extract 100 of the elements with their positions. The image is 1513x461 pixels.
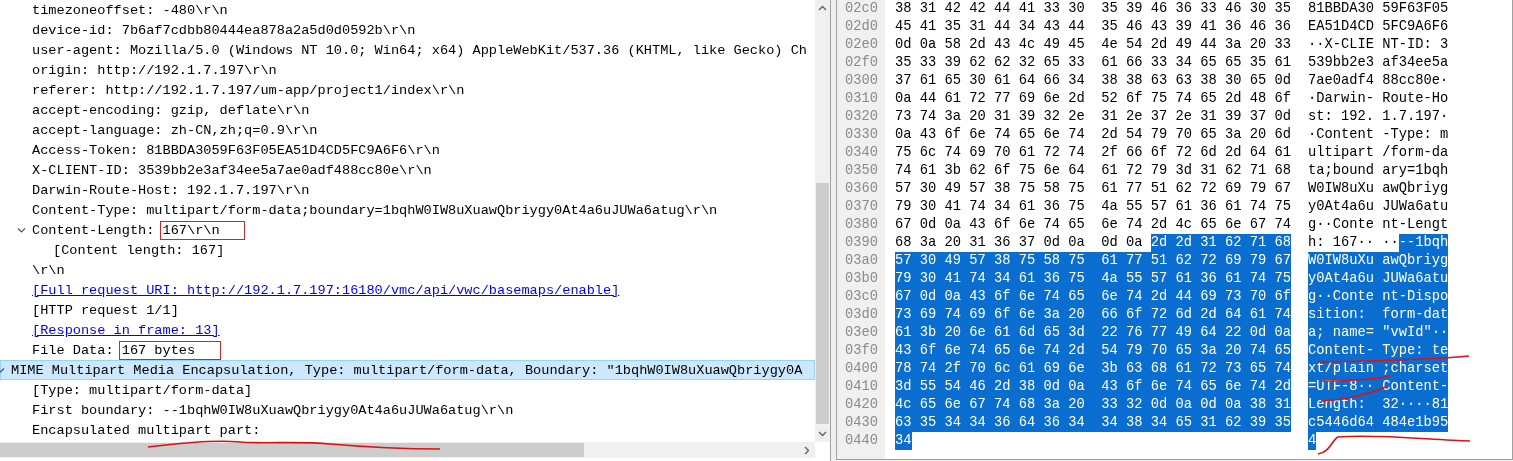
offset-label: 03e0 — [844, 324, 878, 342]
tree-text: device-id: 7b6af7cdbb80444ea878a2a5d0d0592b\r\n — [32, 22, 416, 38]
ascii-text[interactable]: ··X-CLIE NT-ID: 3 — [1308, 36, 1449, 54]
selected-hex-bytes[interactable]: 3d 55 54 46 2d 38 0d 0a 43 6f 6e 74 65 6e 74 2d — [895, 378, 1292, 396]
tree-link[interactable]: [Full request URI: http://192.1.7.197:16180/vmc/api/vwc/basemaps/enable] — [32, 282, 620, 298]
offset-label: 0390 — [844, 234, 878, 252]
hex-bytes[interactable]: 0a 43 6f 6e 74 65 6e 74 2d 54 79 70 65 3a 20 6d — [895, 126, 1292, 144]
tree-row[interactable]: First boundary: --1bqhW0IW8uXuawQbriygy0At4a6uJUWa6atug\r\n — [0, 400, 815, 420]
ascii-text[interactable]: g··Conte nt-Lengt — [1308, 216, 1449, 234]
offset-label: 03b0 — [844, 270, 878, 288]
selected-hex-bytes[interactable]: 78 74 2f 70 6c 61 69 6e 3b 63 68 61 72 73 65 74 — [895, 360, 1292, 378]
ascii-text[interactable]: 539bb2e3 af34ee5a — [1308, 54, 1449, 72]
vertical-scrollbar[interactable] — [815, 0, 830, 442]
offset-label: 0350 — [844, 162, 878, 180]
selected-ascii-text[interactable]: a; name= "vwId"·· — [1308, 324, 1449, 342]
selected-hex-bytes[interactable]: 4c 65 6e 67 74 68 3a 20 33 32 0d 0a 0d 0a 38 31 — [895, 396, 1292, 414]
selected-hex-bytes[interactable]: 79 30 41 74 34 61 36 75 4a 55 57 61 36 61 74 75 — [895, 270, 1292, 288]
selected-ascii-text[interactable]: xt/plain ;charset — [1308, 360, 1449, 378]
scroll-right-icon[interactable] — [802, 445, 811, 455]
tree-row[interactable]: File Data: 167 bytes — [0, 340, 815, 360]
ascii-text[interactable]: 81BBDA30 59F63F05 — [1308, 0, 1449, 18]
hex-bytes[interactable]: 0d 0a 58 2d 43 4c 49 45 4e 54 2d 49 44 3a 20 33 — [895, 36, 1292, 54]
hex-bytes[interactable]: 57 30 49 57 38 75 58 75 61 77 51 62 72 69 79 67 — [895, 180, 1292, 198]
hex-bytes[interactable]: 45 41 35 31 44 34 43 44 35 46 43 39 41 36 46 36 — [895, 18, 1292, 36]
ascii-text[interactable]: ta;bound ary=1bqh — [1308, 162, 1449, 180]
scroll-down-icon[interactable] — [818, 429, 827, 438]
selected-ascii-text[interactable]: 4 — [1308, 432, 1317, 450]
tree-row[interactable]: [Content length: 167] — [0, 240, 815, 260]
selected-hex-bytes[interactable]: 63 35 34 34 36 64 36 34 34 38 34 65 31 62 39 35 — [895, 414, 1292, 432]
ascii-text[interactable]: h: 167·· ·· — [1308, 234, 1399, 252]
hex-bytes[interactable]: 0a 44 61 72 77 69 6e 2d 52 6f 75 74 65 2d 48 6f — [895, 90, 1292, 108]
tree-row[interactable]: Encapsulated multipart part: — [0, 420, 815, 440]
ascii-text[interactable]: ·Darwin- Route-Ho — [1308, 90, 1449, 108]
selected-ascii-text[interactable]: Length: 32····81 — [1308, 396, 1449, 414]
selected-ascii-text[interactable]: g··Conte nt-Dispo — [1308, 288, 1449, 306]
tree-row[interactable]: user-agent: Mozilla/5.0 (Windows NT 10.0; Win64; x64) AppleWebKit/537.36 (KHTML, like Gecko) Ch — [0, 40, 815, 60]
tree-text: X-CLIENT-ID: 3539bb2e3af34ee5a7ae0adf488cc80e\r\n — [32, 162, 432, 178]
selected-ascii-text[interactable]: Content- Type: te — [1308, 342, 1449, 360]
hex-bytes[interactable]: 38 31 42 42 44 41 33 30 35 39 46 36 33 46 30 35 — [895, 0, 1292, 18]
scroll-up-icon[interactable] — [818, 4, 827, 13]
selected-ascii-text[interactable]: =UTF-8·· Content- — [1308, 378, 1449, 396]
selected-hex-bytes[interactable]: 67 0d 0a 43 6f 6e 74 65 6e 74 2d 44 69 73 70 6f — [895, 288, 1292, 306]
tree-row[interactable]: origin: http://192.1.7.197\r\n — [0, 60, 815, 80]
tree-text: origin: http://192.1.7.197\r\n — [32, 62, 277, 78]
hex-bytes[interactable]: 74 61 3b 62 6f 75 6e 64 61 72 79 3d 31 62 71 68 — [895, 162, 1292, 180]
selected-hex-bytes[interactable]: 61 3b 20 6e 61 6d 65 3d 22 76 77 49 64 22 0d 0a — [895, 324, 1292, 342]
hex-bytes[interactable]: 37 61 65 30 61 64 66 34 38 38 63 63 38 30 65 0d — [895, 72, 1292, 90]
selected-hex-bytes[interactable]: 2d 2d 31 62 71 68 — [1150, 234, 1292, 252]
horizontal-scrollbar[interactable] — [0, 442, 815, 458]
hex-bytes[interactable]: 73 74 3a 20 31 39 32 2e 31 2e 37 2e 31 39 37 0d — [895, 108, 1292, 126]
tree-row[interactable]: timezoneoffset: -480\r\n — [0, 0, 815, 20]
tree-row[interactable]: referer: http://192.1.7.197/um-app/project1/index\r\n — [0, 80, 815, 100]
tree-text: \r\n — [32, 262, 65, 278]
offset-label: 0370 — [844, 198, 878, 216]
hex-bytes[interactable]: 35 33 39 62 62 32 65 33 61 66 33 34 65 65 35 61 — [895, 54, 1292, 72]
tree-row[interactable]: [Response in frame: 13] — [0, 320, 815, 340]
tree-row[interactable]: Content-Type: multipart/form-data;boundary=1bqhW0IW8uXuawQbriygy0At4a6uJUWa6atug\r\n — [0, 200, 815, 220]
ascii-text[interactable]: 7ae0adf4 88cc80e· — [1308, 72, 1449, 90]
hex-bytes[interactable]: 68 3a 20 31 36 37 0d 0a 0d 0a — [895, 234, 1143, 252]
tree-row[interactable]: Darwin-Route-Host: 192.1.7.197\r\n — [0, 180, 815, 200]
tree-row[interactable]: [HTTP request 1/1] — [0, 300, 815, 320]
scrollbar-thumb[interactable] — [816, 183, 829, 424]
tree-row[interactable]: device-id: 7b6af7cdbb80444ea878a2a5d0d0592b\r\n — [0, 20, 815, 40]
ascii-text[interactable]: W0IW8uXu awQbriyg — [1308, 180, 1449, 198]
tree-row[interactable]: accept-language: zh-CN,zh;q=0.9\r\n — [0, 120, 815, 140]
selected-ascii-text[interactable]: sition: form-dat — [1308, 306, 1449, 324]
selected-ascii-text[interactable]: W0IW8uXu awQbriyg — [1308, 252, 1449, 270]
offset-label: 03c0 — [844, 288, 878, 306]
ascii-text[interactable]: ultipart /form-da — [1308, 144, 1449, 162]
hex-bytes[interactable]: 79 30 41 74 34 61 36 75 4a 55 57 61 36 61 74 75 — [895, 198, 1292, 216]
selected-hex-bytes[interactable]: 57 30 49 57 38 75 58 75 61 77 51 62 72 69 79 67 — [895, 252, 1292, 270]
scrollbar-thumb[interactable] — [0, 443, 584, 457]
tree-link[interactable]: [Response in frame: 13] — [32, 322, 220, 338]
ascii-text[interactable]: st: 192. 1.7.197· — [1308, 108, 1449, 126]
tree-text: user-agent: Mozilla/5.0 (Windows NT 10.0; Win64; x64) AppleWebKit/537.36 (KHTML, like Gecko) Ch — [32, 42, 807, 58]
tree-row[interactable]: Access-Token: 81BBDA3059F63F05EA51D4CD5FC9A6F6\r\n — [0, 140, 815, 160]
selected-hex-bytes[interactable]: 73 69 74 69 6f 6e 3a 20 66 6f 72 6d 2d 64 61 74 — [895, 306, 1292, 324]
field-label: File Data: — [32, 342, 114, 358]
offset-label: 0430 — [844, 414, 878, 432]
tree-row[interactable]: Content-Length: 167\r\n — [0, 220, 815, 240]
selected-ascii-text[interactable]: --1bqh — [1398, 234, 1449, 252]
tree-row[interactable]: [Type: multipart/form-data] — [0, 380, 815, 400]
tree-row[interactable]: [Full request URI: http://192.1.7.197:16180/vmc/api/vwc/basemaps/enable] — [0, 280, 815, 300]
tree-row[interactable]: X-CLIENT-ID: 3539bb2e3af34ee5a7ae0adf488cc80e\r\n — [0, 160, 815, 180]
selected-tree-row[interactable]: MIME Multipart Media Encapsulation, Type: multipart/form-data, Boundary: "1bqhW0IW8uXuawQbriygy0A — [0, 360, 815, 380]
hex-bytes[interactable]: 75 6c 74 69 70 61 72 74 2f 66 6f 72 6d 2d 64 61 — [895, 144, 1292, 162]
selected-ascii-text[interactable]: c5446d64 484e1b95 — [1308, 414, 1449, 432]
tree-row[interactable]: accept-encoding: gzip, deflate\r\n — [0, 100, 815, 120]
offset-label: 02c0 — [844, 0, 878, 18]
selected-hex-bytes[interactable]: 43 6f 6e 74 65 6e 74 2d 54 79 70 65 3a 20 74 65 — [895, 342, 1292, 360]
selected-hex-bytes[interactable]: 34 — [895, 432, 912, 450]
ascii-text[interactable]: y0At4a6u JUWa6atu — [1308, 198, 1449, 216]
expanded-caret-icon[interactable] — [17, 226, 26, 235]
offset-label: 02e0 — [844, 36, 878, 54]
hex-bytes[interactable]: 67 0d 0a 43 6f 6e 74 65 6e 74 2d 4c 65 6e 67 74 — [895, 216, 1292, 234]
ascii-text[interactable]: ·Content -Type: m — [1308, 126, 1449, 144]
boxed-field-value: 167\r\n — [159, 220, 246, 240]
ascii-text[interactable]: EA51D4CD 5FC9A6F6 — [1308, 18, 1449, 36]
selected-ascii-text[interactable]: y0At4a6u JUWa6atu — [1308, 270, 1449, 288]
tree-row[interactable]: \r\n — [0, 260, 815, 280]
